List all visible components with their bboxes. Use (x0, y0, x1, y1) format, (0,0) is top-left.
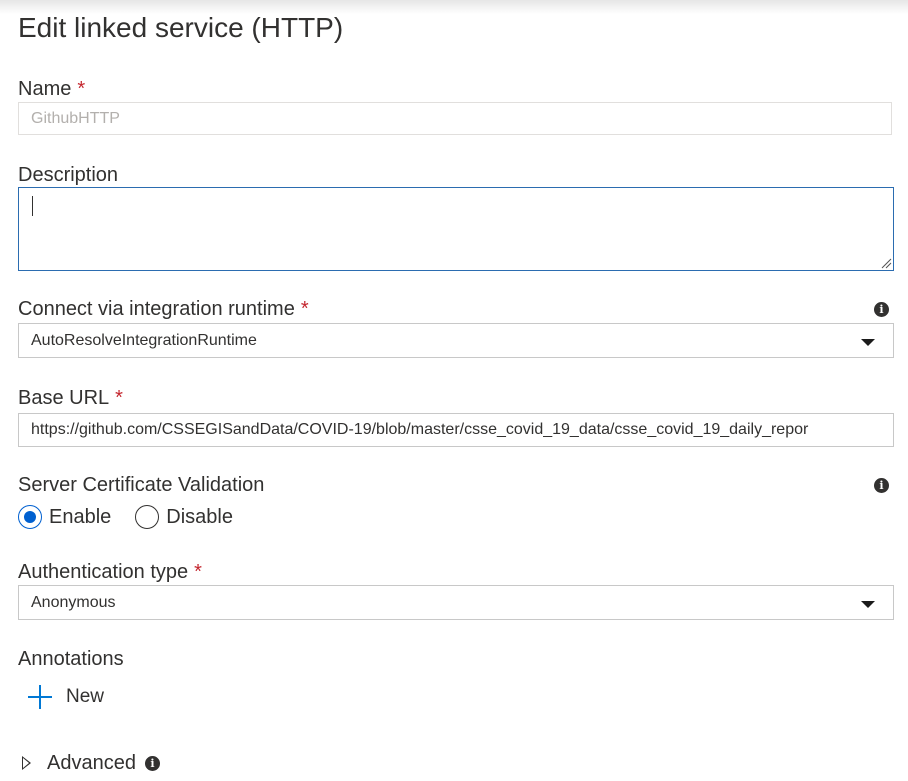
description-label: Description (18, 164, 119, 186)
annotations-label: Annotations (18, 648, 124, 670)
info-icon[interactable]: i (874, 302, 889, 317)
info-icon[interactable]: i (144, 755, 160, 771)
base-url-input[interactable]: https://github.com/CSSEGISandData/COVID-… (18, 413, 894, 447)
name-input[interactable]: GithubHTTP (18, 102, 892, 135)
edit-linked-service-panel: Edit linked service (HTTP) Name * GithubH… (0, 0, 908, 781)
chevron-down-icon (861, 339, 875, 346)
enable-radio[interactable]: Enable (18, 505, 111, 529)
info-icon[interactable]: i (874, 478, 889, 493)
required-mark: * (115, 387, 123, 409)
new-annotation-button[interactable]: New (28, 682, 104, 712)
enable-radio-label: Enable (49, 505, 112, 528)
name-label-text: Name (18, 78, 72, 100)
panel-title: Edit linked service (HTTP) (18, 12, 344, 43)
required-mark: * (300, 298, 309, 320)
chevron-down-icon (861, 601, 875, 608)
integration-runtime-label: Connect via integration runtime * (18, 298, 309, 321)
disable-radio-label: Disable (166, 505, 233, 528)
radio-unchecked-icon (135, 505, 160, 529)
base-url-label: Base URL * (18, 387, 123, 410)
advanced-label: Advanced (47, 751, 136, 774)
new-annotation-label: New (66, 686, 105, 707)
name-label: Name * (18, 78, 85, 101)
integration-runtime-select[interactable]: AutoResolveIntegrationRuntime (18, 323, 894, 358)
auth-type-select[interactable]: Anonymous (18, 585, 894, 620)
plus-icon (28, 685, 52, 709)
required-mark: * (194, 561, 202, 583)
disable-radio[interactable]: Disable (135, 505, 233, 529)
resize-grip-icon[interactable] (880, 257, 892, 269)
server-cert-radio-group: Enable Disable (18, 503, 257, 531)
auth-type-label: Authentication type * (18, 561, 202, 584)
integration-runtime-selected: AutoResolveIntegrationRuntime (31, 332, 257, 349)
auth-type-selected: Anonymous (31, 594, 116, 611)
server-cert-label: Server Certificate Validation (18, 474, 265, 496)
expand-triangle-icon (22, 756, 31, 770)
description-textarea[interactable] (18, 187, 894, 271)
advanced-toggle[interactable]: Advanced i (22, 750, 160, 776)
base-url-label-text: Base URL (18, 387, 110, 409)
integration-runtime-label-text: Connect via integration runtime (18, 298, 295, 320)
text-caret (32, 196, 33, 216)
required-mark: * (77, 78, 86, 100)
auth-type-label-text: Authentication type (18, 561, 189, 583)
radio-checked-icon (18, 505, 42, 529)
